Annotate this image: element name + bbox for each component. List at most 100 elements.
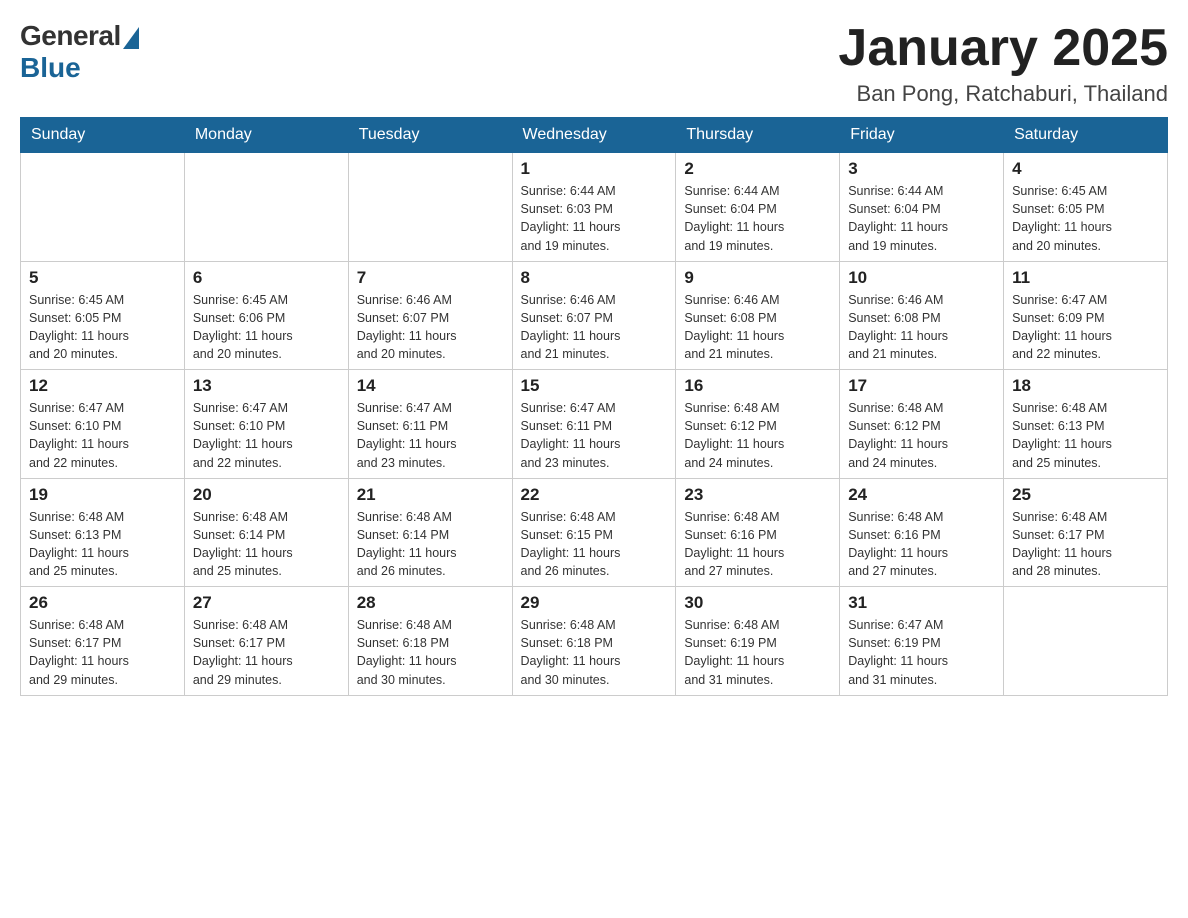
- logo-general-text: General: [20, 20, 121, 52]
- weekday-header-friday: Friday: [840, 118, 1004, 153]
- day-number: 17: [848, 376, 995, 396]
- calendar-day-cell: 9 Sunrise: 6:46 AM Sunset: 6:08 PM Daylig…: [676, 261, 840, 370]
- day-number: 7: [357, 268, 504, 288]
- calendar-day-cell: 14 Sunrise: 6:47 AM Sunset: 6:11 PM Dayli…: [348, 370, 512, 479]
- day-info: Sunrise: 6:47 AM Sunset: 6:10 PM Dayligh…: [29, 399, 176, 472]
- day-number: 26: [29, 593, 176, 613]
- month-year-title: January 2025: [838, 20, 1168, 77]
- day-info: Sunrise: 6:46 AM Sunset: 6:07 PM Dayligh…: [521, 291, 668, 364]
- calendar-day-cell: 24Sunrise: 6:48 AM Sunset: 6:16 PM Dayli…: [840, 478, 1004, 587]
- calendar-day-cell: 10Sunrise: 6:46 AM Sunset: 6:08 PM Dayli…: [840, 261, 1004, 370]
- day-info: Sunrise: 6:48 AM Sunset: 6:14 PM Dayligh…: [193, 508, 340, 581]
- day-info: Sunrise: 6:48 AM Sunset: 6:17 PM Dayligh…: [1012, 508, 1159, 581]
- day-info: Sunrise: 6:47 AM Sunset: 6:19 PM Dayligh…: [848, 616, 995, 689]
- day-number: 16: [684, 376, 831, 396]
- logo: General Blue: [20, 20, 139, 84]
- day-info: Sunrise: 6:48 AM Sunset: 6:13 PM Dayligh…: [29, 508, 176, 581]
- day-number: 3: [848, 159, 995, 179]
- day-number: 30: [684, 593, 831, 613]
- calendar-day-cell: 22 Sunrise: 6:48 AM Sunset: 6:15 PM Dayli…: [512, 478, 676, 587]
- day-number: 15: [521, 376, 668, 396]
- day-info: Sunrise: 6:48 AM Sunset: 6:12 PM Dayligh…: [684, 399, 831, 472]
- day-number: 25: [1012, 485, 1159, 505]
- day-number: 27: [193, 593, 340, 613]
- calendar-day-cell: 23Sunrise: 6:48 AM Sunset: 6:16 PM Dayli…: [676, 478, 840, 587]
- day-info: Sunrise: 6:46 AM Sunset: 6:08 PM Dayligh…: [684, 291, 831, 364]
- calendar-week-row: 1Sunrise: 6:44 AM Sunset: 6:03 PM Daylig…: [21, 153, 1168, 262]
- day-info: Sunrise: 6:45 AM Sunset: 6:06 PM Dayligh…: [193, 291, 340, 364]
- day-number: 9: [684, 268, 831, 288]
- calendar-day-cell: 25 Sunrise: 6:48 AM Sunset: 6:17 PM Dayli…: [1004, 478, 1168, 587]
- header: General Blue January 2025 Ban Pong, Ratc…: [20, 20, 1168, 107]
- day-number: 6: [193, 268, 340, 288]
- day-info: Sunrise: 6:44 AM Sunset: 6:04 PM Dayligh…: [684, 182, 831, 255]
- calendar-day-cell: 26 Sunrise: 6:48 AM Sunset: 6:17 PM Dayli…: [21, 587, 185, 696]
- day-info: Sunrise: 6:44 AM Sunset: 6:03 PM Dayligh…: [521, 182, 668, 255]
- weekday-header-saturday: Saturday: [1004, 118, 1168, 153]
- calendar-week-row: 19Sunrise: 6:48 AM Sunset: 6:13 PM Dayli…: [21, 478, 1168, 587]
- day-number: 11: [1012, 268, 1159, 288]
- day-info: Sunrise: 6:48 AM Sunset: 6:16 PM Dayligh…: [684, 508, 831, 581]
- calendar-empty-cell: [184, 153, 348, 262]
- calendar-header-row: SundayMondayTuesdayWednesdayThursdayFrid…: [21, 118, 1168, 153]
- day-info: Sunrise: 6:48 AM Sunset: 6:12 PM Dayligh…: [848, 399, 995, 472]
- calendar-day-cell: 6 Sunrise: 6:45 AM Sunset: 6:06 PM Daylig…: [184, 261, 348, 370]
- day-number: 24: [848, 485, 995, 505]
- day-info: Sunrise: 6:48 AM Sunset: 6:14 PM Dayligh…: [357, 508, 504, 581]
- day-info: Sunrise: 6:45 AM Sunset: 6:05 PM Dayligh…: [29, 291, 176, 364]
- calendar-day-cell: 3 Sunrise: 6:44 AM Sunset: 6:04 PM Daylig…: [840, 153, 1004, 262]
- day-number: 5: [29, 268, 176, 288]
- weekday-header-thursday: Thursday: [676, 118, 840, 153]
- calendar-day-cell: 17 Sunrise: 6:48 AM Sunset: 6:12 PM Dayli…: [840, 370, 1004, 479]
- logo-blue-text: Blue: [20, 52, 81, 84]
- calendar-week-row: 12 Sunrise: 6:47 AM Sunset: 6:10 PM Dayli…: [21, 370, 1168, 479]
- weekday-header-sunday: Sunday: [21, 118, 185, 153]
- calendar-day-cell: 11 Sunrise: 6:47 AM Sunset: 6:09 PM Dayli…: [1004, 261, 1168, 370]
- day-number: 31: [848, 593, 995, 613]
- calendar-day-cell: 1Sunrise: 6:44 AM Sunset: 6:03 PM Daylig…: [512, 153, 676, 262]
- day-number: 14: [357, 376, 504, 396]
- day-info: Sunrise: 6:48 AM Sunset: 6:13 PM Dayligh…: [1012, 399, 1159, 472]
- day-number: 8: [521, 268, 668, 288]
- day-info: Sunrise: 6:48 AM Sunset: 6:15 PM Dayligh…: [521, 508, 668, 581]
- weekday-header-wednesday: Wednesday: [512, 118, 676, 153]
- day-number: 21: [357, 485, 504, 505]
- day-info: Sunrise: 6:48 AM Sunset: 6:19 PM Dayligh…: [684, 616, 831, 689]
- calendar-week-row: 5 Sunrise: 6:45 AM Sunset: 6:05 PM Daylig…: [21, 261, 1168, 370]
- calendar-day-cell: 21 Sunrise: 6:48 AM Sunset: 6:14 PM Dayli…: [348, 478, 512, 587]
- calendar-day-cell: 15 Sunrise: 6:47 AM Sunset: 6:11 PM Dayli…: [512, 370, 676, 479]
- location-subtitle: Ban Pong, Ratchaburi, Thailand: [838, 81, 1168, 107]
- calendar-day-cell: 5 Sunrise: 6:45 AM Sunset: 6:05 PM Daylig…: [21, 261, 185, 370]
- day-number: 22: [521, 485, 668, 505]
- calendar-day-cell: 28Sunrise: 6:48 AM Sunset: 6:18 PM Dayli…: [348, 587, 512, 696]
- calendar-day-cell: 18 Sunrise: 6:48 AM Sunset: 6:13 PM Dayli…: [1004, 370, 1168, 479]
- day-number: 28: [357, 593, 504, 613]
- calendar-day-cell: 31 Sunrise: 6:47 AM Sunset: 6:19 PM Dayli…: [840, 587, 1004, 696]
- day-info: Sunrise: 6:47 AM Sunset: 6:11 PM Dayligh…: [357, 399, 504, 472]
- calendar-day-cell: 16 Sunrise: 6:48 AM Sunset: 6:12 PM Dayli…: [676, 370, 840, 479]
- day-info: Sunrise: 6:46 AM Sunset: 6:07 PM Dayligh…: [357, 291, 504, 364]
- day-info: Sunrise: 6:47 AM Sunset: 6:10 PM Dayligh…: [193, 399, 340, 472]
- calendar-day-cell: 12 Sunrise: 6:47 AM Sunset: 6:10 PM Dayli…: [21, 370, 185, 479]
- day-info: Sunrise: 6:44 AM Sunset: 6:04 PM Dayligh…: [848, 182, 995, 255]
- day-number: 12: [29, 376, 176, 396]
- calendar-empty-cell: [348, 153, 512, 262]
- calendar-day-cell: 13Sunrise: 6:47 AM Sunset: 6:10 PM Dayli…: [184, 370, 348, 479]
- day-info: Sunrise: 6:48 AM Sunset: 6:17 PM Dayligh…: [193, 616, 340, 689]
- day-number: 2: [684, 159, 831, 179]
- calendar-empty-cell: [21, 153, 185, 262]
- day-info: Sunrise: 6:48 AM Sunset: 6:18 PM Dayligh…: [521, 616, 668, 689]
- calendar-week-row: 26 Sunrise: 6:48 AM Sunset: 6:17 PM Dayli…: [21, 587, 1168, 696]
- calendar-day-cell: 8 Sunrise: 6:46 AM Sunset: 6:07 PM Daylig…: [512, 261, 676, 370]
- day-info: Sunrise: 6:47 AM Sunset: 6:11 PM Dayligh…: [521, 399, 668, 472]
- weekday-header-monday: Monday: [184, 118, 348, 153]
- day-number: 29: [521, 593, 668, 613]
- day-info: Sunrise: 6:47 AM Sunset: 6:09 PM Dayligh…: [1012, 291, 1159, 364]
- weekday-header-tuesday: Tuesday: [348, 118, 512, 153]
- day-info: Sunrise: 6:48 AM Sunset: 6:17 PM Dayligh…: [29, 616, 176, 689]
- day-number: 10: [848, 268, 995, 288]
- day-number: 18: [1012, 376, 1159, 396]
- calendar-day-cell: 4Sunrise: 6:45 AM Sunset: 6:05 PM Daylig…: [1004, 153, 1168, 262]
- calendar-day-cell: 7 Sunrise: 6:46 AM Sunset: 6:07 PM Daylig…: [348, 261, 512, 370]
- calendar-day-cell: 20Sunrise: 6:48 AM Sunset: 6:14 PM Dayli…: [184, 478, 348, 587]
